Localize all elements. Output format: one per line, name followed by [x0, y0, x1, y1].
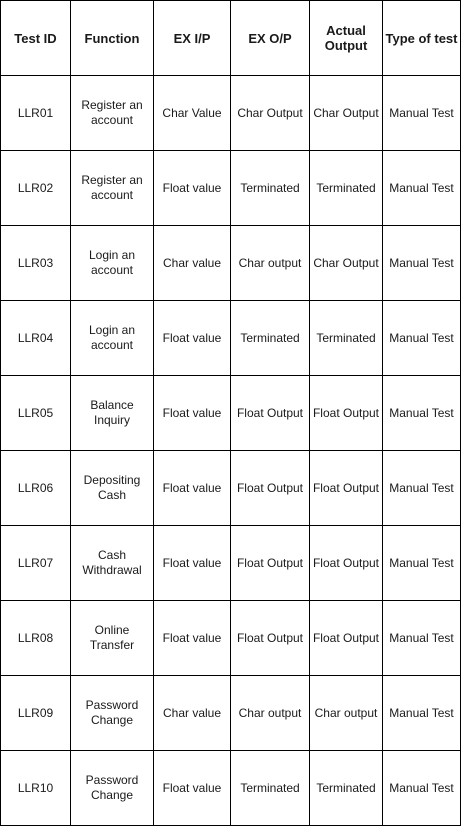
- cell-function: Register an account: [70, 75, 154, 151]
- table-row: LLR03 Login an account Char value Char o…: [0, 225, 461, 301]
- cell-expected-input: Float value: [153, 300, 231, 376]
- cell-test-id: LLR04: [0, 300, 71, 376]
- header-function: Function: [70, 0, 154, 76]
- table-row: LLR07 Cash Withdrawal Float value Float …: [0, 525, 461, 601]
- cell-function: Online Transfer: [70, 600, 154, 676]
- cell-expected-input: Float value: [153, 600, 231, 676]
- table-row: LLR08 Online Transfer Float value Float …: [0, 600, 461, 676]
- cell-expected-input: Char value: [153, 225, 231, 301]
- cell-expected-output: Float Output: [230, 450, 310, 526]
- cell-type-of-test: Manual Test: [382, 450, 461, 526]
- cell-expected-output: Terminated: [230, 300, 310, 376]
- cell-test-id: LLR05: [0, 375, 71, 451]
- cell-test-id: LLR08: [0, 600, 71, 676]
- cell-expected-input: Char value: [153, 675, 231, 751]
- header-actual-output: Actual Output: [309, 0, 383, 76]
- cell-test-id: LLR07: [0, 525, 71, 601]
- cell-expected-input: Float value: [153, 150, 231, 226]
- test-case-table-container: Test ID Function EX I/P EX O/P Actual Ou…: [0, 0, 461, 826]
- cell-actual-output: Char Output: [309, 225, 383, 301]
- cell-actual-output: Terminated: [309, 300, 383, 376]
- cell-expected-input: Float value: [153, 525, 231, 601]
- cell-expected-output: Float Output: [230, 375, 310, 451]
- header-expected-input: EX I/P: [153, 0, 231, 76]
- header-expected-output: EX O/P: [230, 0, 310, 76]
- table-row: LLR06 Depositing Cash Float value Float …: [0, 450, 461, 526]
- cell-expected-input: Float value: [153, 375, 231, 451]
- cell-function: Login an account: [70, 300, 154, 376]
- cell-function: Login an account: [70, 225, 154, 301]
- cell-function: Balance Inquiry: [70, 375, 154, 451]
- cell-expected-output: Char output: [230, 675, 310, 751]
- cell-test-id: LLR02: [0, 150, 71, 226]
- cell-expected-input: Float value: [153, 450, 231, 526]
- table-row: LLR04 Login an account Float value Termi…: [0, 300, 461, 376]
- cell-type-of-test: Manual Test: [382, 750, 461, 826]
- test-case-table: Test ID Function EX I/P EX O/P Actual Ou…: [0, 0, 461, 826]
- cell-type-of-test: Manual Test: [382, 600, 461, 676]
- cell-expected-output: Terminated: [230, 150, 310, 226]
- table-row: LLR05 Balance Inquiry Float value Float …: [0, 375, 461, 451]
- cell-actual-output: Float Output: [309, 450, 383, 526]
- table-header-row: Test ID Function EX I/P EX O/P Actual Ou…: [0, 0, 461, 76]
- cell-function: Password Change: [70, 675, 154, 751]
- cell-function: Register an account: [70, 150, 154, 226]
- cell-function: Password Change: [70, 750, 154, 826]
- cell-function: Cash Withdrawal: [70, 525, 154, 601]
- cell-expected-output: Char Output: [230, 75, 310, 151]
- cell-test-id: LLR06: [0, 450, 71, 526]
- cell-expected-input: Char Value: [153, 75, 231, 151]
- cell-function: Depositing Cash: [70, 450, 154, 526]
- header-type-of-test: Type of test: [382, 0, 461, 76]
- cell-actual-output: Char output: [309, 675, 383, 751]
- cell-expected-output: Char output: [230, 225, 310, 301]
- header-test-id: Test ID: [0, 0, 71, 76]
- table-row: LLR02 Register an account Float value Te…: [0, 150, 461, 226]
- cell-type-of-test: Manual Test: [382, 525, 461, 601]
- table-row: LLR01 Register an account Char Value Cha…: [0, 75, 461, 151]
- cell-expected-output: Float Output: [230, 600, 310, 676]
- cell-test-id: LLR03: [0, 225, 71, 301]
- cell-type-of-test: Manual Test: [382, 75, 461, 151]
- cell-test-id: LLR09: [0, 675, 71, 751]
- cell-actual-output: Float Output: [309, 525, 383, 601]
- cell-actual-output: Float Output: [309, 600, 383, 676]
- cell-test-id: LLR01: [0, 75, 71, 151]
- cell-actual-output: Char Output: [309, 75, 383, 151]
- cell-type-of-test: Manual Test: [382, 675, 461, 751]
- cell-expected-output: Terminated: [230, 750, 310, 826]
- cell-actual-output: Float Output: [309, 375, 383, 451]
- table-row: LLR10 Password Change Float value Termin…: [0, 750, 461, 826]
- cell-type-of-test: Manual Test: [382, 375, 461, 451]
- cell-actual-output: Terminated: [309, 750, 383, 826]
- cell-type-of-test: Manual Test: [382, 225, 461, 301]
- cell-expected-output: Float Output: [230, 525, 310, 601]
- cell-test-id: LLR10: [0, 750, 71, 826]
- table-row: LLR09 Password Change Char value Char ou…: [0, 675, 461, 751]
- cell-expected-input: Float value: [153, 750, 231, 826]
- cell-type-of-test: Manual Test: [382, 150, 461, 226]
- cell-actual-output: Terminated: [309, 150, 383, 226]
- cell-type-of-test: Manual Test: [382, 300, 461, 376]
